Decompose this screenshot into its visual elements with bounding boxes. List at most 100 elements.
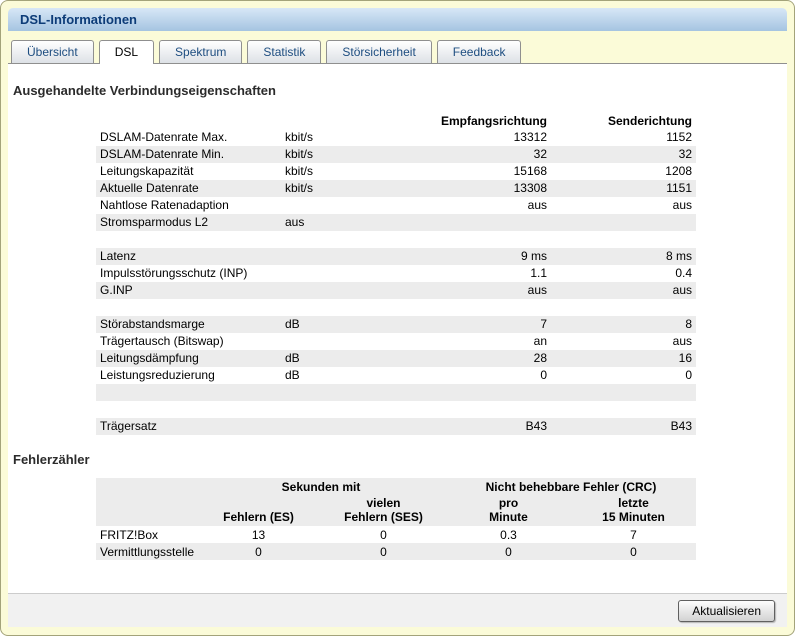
header-fehlern-es: Fehlern (ES): [223, 510, 294, 524]
value-senderichtung: 16: [678, 351, 692, 365]
header-crc: Nicht behebbare Fehler (CRC): [485, 479, 657, 494]
value-senderichtung: 8: [685, 317, 692, 331]
value-empfangsrichtung: B43: [525, 419, 547, 433]
tab-dsl[interactable]: DSL: [98, 40, 155, 64]
row-unit: [281, 282, 381, 299]
error-table-group-header-row: Sekunden mit Nicht behebbare Fehler (CRC…: [96, 478, 696, 495]
table-row: DSLAM-Datenrate Min. kbit/s 32 32: [96, 146, 696, 163]
row-label: Vermittlungsstelle: [100, 544, 195, 559]
value-empfangsrichtung: 0: [540, 368, 547, 382]
connection-table: Empfangsrichtung Senderichtung DSLAM-Dat…: [96, 109, 696, 435]
row-unit: [281, 248, 381, 265]
row-label: Impulsstörungsschutz (INP): [100, 266, 248, 280]
header-sekunden-mit: Sekunden mit: [281, 479, 361, 494]
row-label: [96, 384, 281, 401]
tab-spektrum[interactable]: Spektrum: [159, 40, 243, 63]
row-label: Trägertausch (Bitswap): [100, 334, 224, 348]
header-empty-unit: [281, 109, 381, 129]
row-label: [96, 401, 281, 418]
row-unit: dB: [285, 368, 300, 382]
row-label: DSLAM-Datenrate Min.: [100, 147, 225, 161]
table-row: Trägertausch (Bitswap) an aus: [96, 333, 696, 350]
value-cell: 0: [380, 544, 387, 559]
tab-stoersicherheit[interactable]: Störsicherheit: [326, 40, 432, 63]
value-empfangsrichtung: [381, 214, 551, 231]
value-cell: 7: [630, 527, 637, 542]
refresh-button[interactable]: Aktualisieren: [678, 599, 775, 622]
value-empfangsrichtung: 1.1: [530, 266, 547, 280]
table-row: Trägersatz B43 B43: [96, 418, 696, 435]
value-senderichtung: 32: [678, 147, 692, 161]
value-senderichtung: 8 ms: [665, 249, 692, 263]
header-senderichtung: Senderichtung: [607, 114, 692, 128]
tab-statistik[interactable]: Statistik: [247, 40, 322, 63]
value-senderichtung: aus: [672, 198, 692, 212]
row-label: Aktuelle Datenrate: [100, 181, 199, 195]
value-senderichtung: 1151: [666, 181, 692, 195]
row-unit: kbit/s: [285, 164, 314, 178]
error-table-body: FRITZ!Box 13 0 0.3 7 Vermittlungsstelle 0 0 0 0: [96, 526, 696, 560]
row-label: Störabstandsmarge: [100, 317, 205, 331]
value-empfangsrichtung: 13312: [513, 130, 547, 144]
row-label: [96, 299, 281, 316]
row-label: G.INP: [100, 283, 133, 297]
value-senderichtung: aus: [672, 283, 692, 297]
row-label: Stromsparmodus L2: [100, 215, 209, 229]
value-empfangsrichtung: aus: [527, 198, 547, 212]
table-row: [96, 231, 696, 248]
row-unit: kbit/s: [285, 181, 314, 195]
table-row: [96, 384, 696, 401]
value-cell: 0: [380, 527, 387, 542]
header-empty: [96, 478, 196, 495]
value-cell: 0: [630, 544, 637, 559]
row-unit: [281, 384, 381, 401]
value-empfangsrichtung: aus: [527, 283, 547, 297]
tab-feedback[interactable]: Feedback: [436, 40, 522, 63]
value-empfangsrichtung: 9 ms: [520, 249, 547, 263]
row-unit: dB: [285, 317, 300, 331]
row-label: FRITZ!Box: [100, 527, 159, 542]
row-unit: kbit/s: [285, 147, 314, 161]
value-empfangsrichtung: 15168: [513, 164, 547, 178]
row-unit: aus: [285, 215, 305, 229]
value-empfangsrichtung: [381, 231, 551, 248]
value-senderichtung: [551, 384, 696, 401]
value-empfangsrichtung: [381, 384, 551, 401]
table-row: G.INP aus aus: [96, 282, 696, 299]
value-senderichtung: [551, 401, 696, 418]
row-unit: [281, 197, 381, 214]
value-senderichtung: 1152: [666, 130, 692, 144]
table-row: Stromsparmodus L2 aus: [96, 214, 696, 231]
row-unit: [281, 418, 381, 435]
row-label: Latenz: [100, 249, 137, 263]
table-row: Leitungskapazität kbit/s 15168 1208: [96, 163, 696, 180]
header-vielen-fehlern-ses: vielen Fehlern (SES): [344, 496, 423, 524]
header-empfangsrichtung: Empfangsrichtung: [440, 114, 547, 128]
value-senderichtung: B43: [670, 419, 692, 433]
content: Ausgehandelte Verbindungseigenschaften E…: [8, 64, 787, 593]
value-senderichtung: aus: [672, 334, 692, 348]
row-unit: [281, 265, 381, 282]
value-empfangsrichtung: 7: [540, 317, 547, 331]
tab-bar: Übersicht DSL Spektrum Statistik Störsicherh…: [8, 31, 787, 64]
value-senderichtung: [551, 231, 696, 248]
tab-uebersicht[interactable]: Übersicht: [11, 40, 94, 63]
header-letzte-15-minuten: letzte 15 Minuten: [602, 496, 665, 524]
value-cell: 0: [255, 544, 262, 559]
window: DSL-Informationen Übersicht DSL Spektrum St…: [0, 0, 795, 636]
connection-table-body: DSLAM-Datenrate Max. kbit/s 13312 1152 DSLAM…: [96, 129, 696, 435]
value-cell: 0.3: [500, 527, 517, 542]
row-label: Leitungskapazität: [100, 164, 194, 178]
row-label: Leitungsdämpfung: [100, 351, 199, 365]
row-label: DSLAM-Datenrate Max.: [100, 130, 228, 144]
value-empfangsrichtung: 32: [533, 147, 547, 161]
header-empty-label: [96, 109, 281, 129]
error-table: Sekunden mit Nicht behebbare Fehler (CRC…: [96, 478, 696, 560]
row-label: [96, 231, 281, 248]
table-row: Nahtlose Ratenadaption aus aus: [96, 197, 696, 214]
value-senderichtung: 1208: [665, 164, 692, 178]
value-senderichtung: [551, 299, 696, 316]
table-row: Vermittlungsstelle 0 0 0 0: [96, 543, 696, 560]
row-unit: dB: [285, 351, 300, 365]
table-row: Leistungsreduzierung dB 0 0: [96, 367, 696, 384]
